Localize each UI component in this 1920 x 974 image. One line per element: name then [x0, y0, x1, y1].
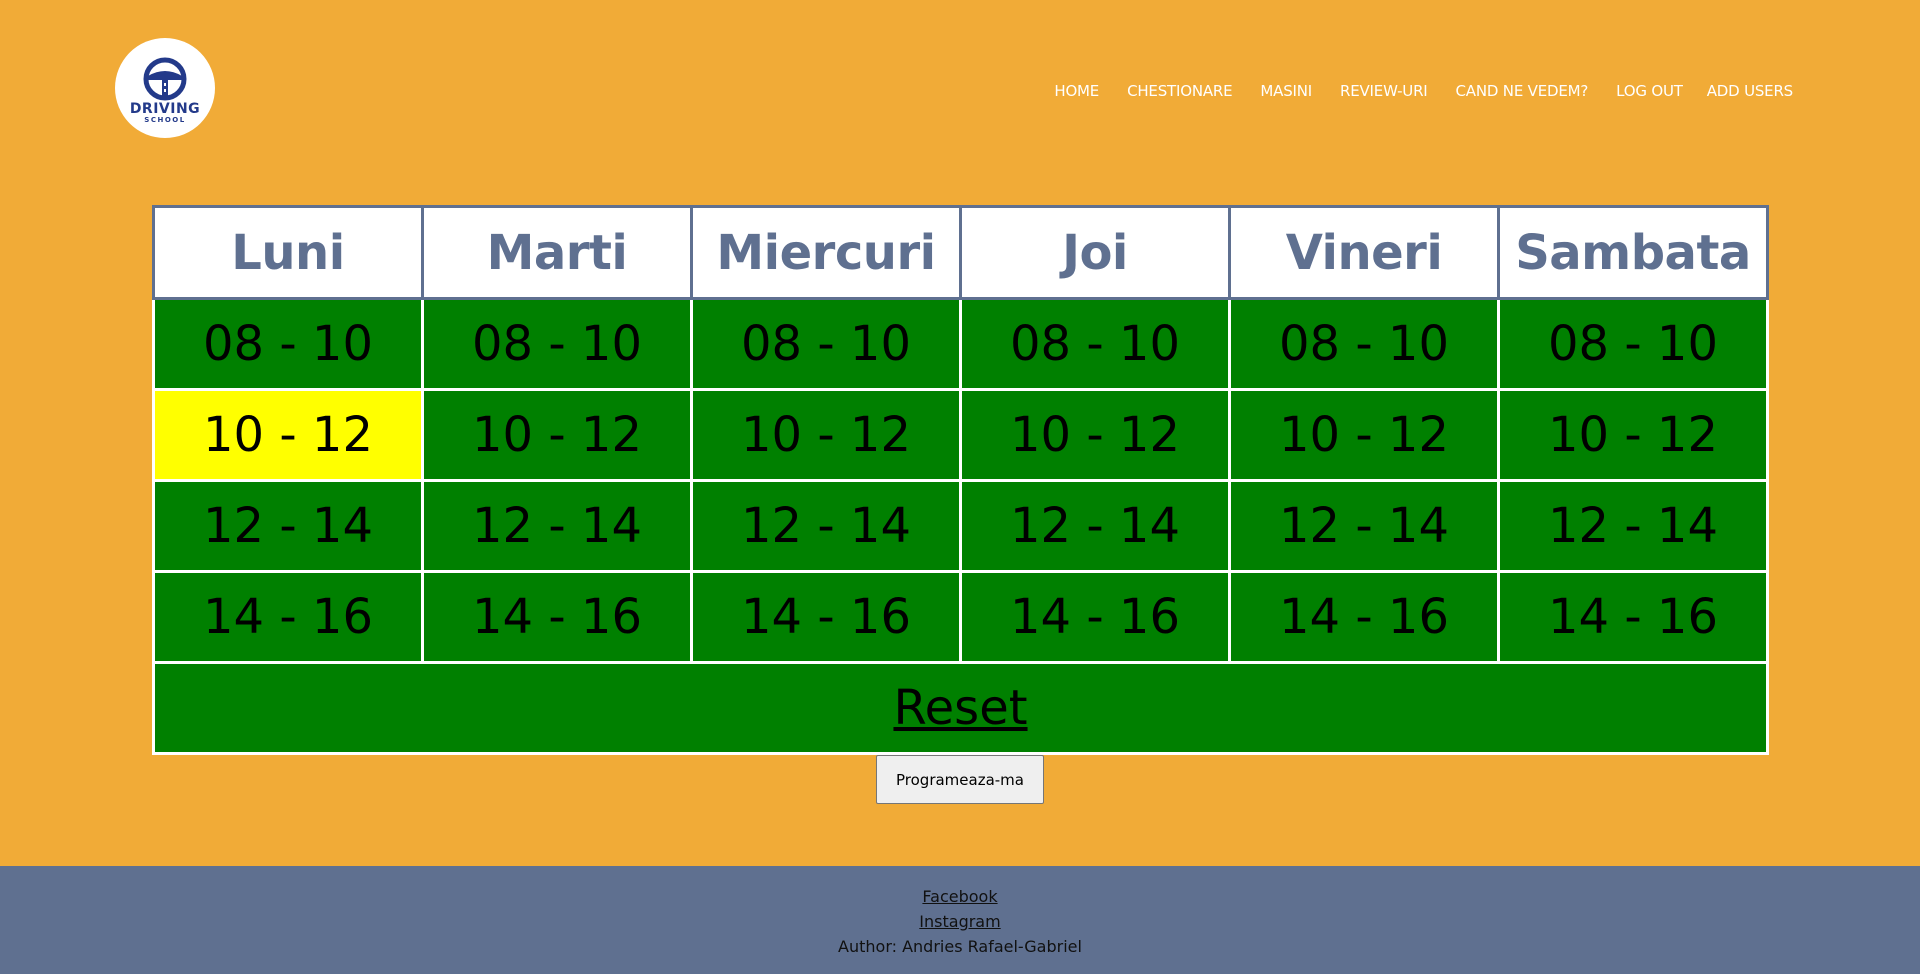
driving-school-logo[interactable]: DRIVING SCHOOL [115, 38, 215, 138]
slot-vineri-10-12[interactable]: 10 - 12 [1228, 388, 1500, 482]
slot-vineri-12-14[interactable]: 12 - 14 [1228, 479, 1500, 573]
slot-vineri-14-16[interactable]: 14 - 16 [1228, 570, 1500, 664]
slot-marti-14-16[interactable]: 14 - 16 [421, 570, 693, 664]
reset-row: Reset [152, 661, 1769, 755]
slot-vineri-08-10[interactable]: 08 - 10 [1228, 297, 1500, 391]
nav-log-out[interactable]: LOG OUT [1616, 82, 1683, 100]
slot-miercuri-10-12[interactable]: 10 - 12 [690, 388, 962, 482]
slot-sambata-12-14[interactable]: 12 - 14 [1497, 479, 1769, 573]
slot-row-12-14: 12 - 14 12 - 14 12 - 14 12 - 14 12 - 14 … [152, 479, 1769, 573]
day-header-marti: Marti [421, 205, 693, 300]
main-nav: HOME CHESTIONARE MASINI REVIEW-URI CAND … [1054, 82, 1793, 100]
slot-luni-10-12-selected[interactable]: 10 - 12 [152, 388, 424, 482]
slot-luni-14-16[interactable]: 14 - 16 [152, 570, 424, 664]
day-header-joi: Joi [959, 205, 1231, 300]
slot-luni-12-14[interactable]: 12 - 14 [152, 479, 424, 573]
slot-luni-08-10[interactable]: 08 - 10 [152, 297, 424, 391]
slot-row-10-12: 10 - 12 10 - 12 10 - 12 10 - 12 10 - 12 … [152, 388, 1769, 482]
steering-wheel-road-icon [143, 57, 187, 101]
slot-row-08-10: 08 - 10 08 - 10 08 - 10 08 - 10 08 - 10 … [152, 297, 1769, 391]
slot-miercuri-14-16[interactable]: 14 - 16 [690, 570, 962, 664]
nav-home[interactable]: HOME [1054, 82, 1099, 100]
nav-chestionare[interactable]: CHESTIONARE [1127, 82, 1233, 100]
slot-miercuri-12-14[interactable]: 12 - 14 [690, 479, 962, 573]
reset-link[interactable]: Reset [893, 680, 1027, 736]
author-credit: Author: Andries Rafael-Gabriel [838, 937, 1082, 956]
nav-masini[interactable]: MASINI [1260, 82, 1312, 100]
instagram-link[interactable]: Instagram [919, 909, 1000, 934]
reset-cell: Reset [152, 661, 1769, 755]
slot-joi-10-12[interactable]: 10 - 12 [959, 388, 1231, 482]
day-header-sambata: Sambata [1497, 205, 1769, 300]
nav-review-uri[interactable]: REVIEW-URI [1340, 82, 1428, 100]
slot-marti-12-14[interactable]: 12 - 14 [421, 479, 693, 573]
slot-marti-08-10[interactable]: 08 - 10 [421, 297, 693, 391]
slot-sambata-10-12[interactable]: 10 - 12 [1497, 388, 1769, 482]
day-header-row: Luni Marti Miercuri Joi Vineri Sambata [152, 205, 1769, 300]
logo-title: DRIVING [129, 101, 201, 117]
programeaza-button[interactable]: Programeaza-ma [876, 755, 1044, 804]
day-header-luni: Luni [152, 205, 424, 300]
slot-joi-14-16[interactable]: 14 - 16 [959, 570, 1231, 664]
site-header: DRIVING SCHOOL HOME CHESTIONARE MASINI R… [0, 0, 1920, 170]
day-header-vineri: Vineri [1228, 205, 1500, 300]
slot-sambata-14-16[interactable]: 14 - 16 [1497, 570, 1769, 664]
slot-row-14-16: 14 - 16 14 - 16 14 - 16 14 - 16 14 - 16 … [152, 570, 1769, 664]
day-header-miercuri: Miercuri [690, 205, 962, 300]
slot-marti-10-12[interactable]: 10 - 12 [421, 388, 693, 482]
slot-joi-12-14[interactable]: 12 - 14 [959, 479, 1231, 573]
schedule-table: Luni Marti Miercuri Joi Vineri Sambata 0… [152, 205, 1769, 755]
nav-add-users[interactable]: ADD USERS [1707, 82, 1793, 100]
slot-sambata-08-10[interactable]: 08 - 10 [1497, 297, 1769, 391]
nav-cand-ne-vedem[interactable]: CAND NE VEDEM? [1456, 82, 1589, 100]
slot-joi-08-10[interactable]: 08 - 10 [959, 297, 1231, 391]
facebook-link[interactable]: Facebook [922, 884, 997, 909]
slot-miercuri-08-10[interactable]: 08 - 10 [690, 297, 962, 391]
logo-subtitle: SCHOOL [144, 116, 186, 124]
site-footer: Facebook Instagram Author: Andries Rafae… [0, 866, 1920, 974]
